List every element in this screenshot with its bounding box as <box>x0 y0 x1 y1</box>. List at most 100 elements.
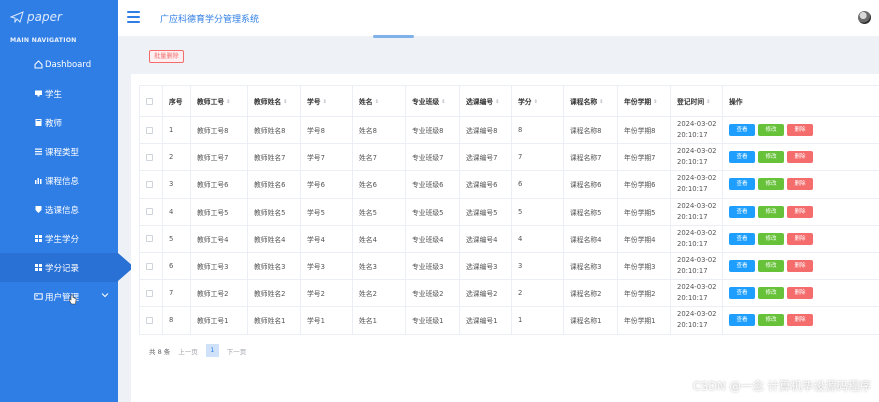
delete-button[interactable]: 删除 <box>787 124 813 137</box>
delete-button[interactable]: 删除 <box>787 205 813 218</box>
table-row: 1 教师工号8 教师姓名8 学号8 姓名8 专业班级8 选课编号8 8 课程名称8 年份学期8 20… <box>139 115 879 145</box>
sidebar-item-students[interactable]: 学生 <box>0 79 118 108</box>
cell-student-id: 学号1 <box>300 306 353 335</box>
sidebar-item-course-types[interactable]: 课程类型 <box>0 137 118 166</box>
sort-icon[interactable]: ⇕ <box>653 99 657 105</box>
sort-icon[interactable]: ⇕ <box>323 99 327 105</box>
sort-icon[interactable]: ⇕ <box>495 99 499 105</box>
row-checkbox[interactable] <box>139 224 163 253</box>
edit-button[interactable]: 修改 <box>758 287 784 300</box>
cell-actions: 查看 修改 删除 <box>722 251 879 281</box>
row-checkbox[interactable] <box>139 115 163 145</box>
row-checkbox[interactable] <box>139 197 163 226</box>
batch-delete-button[interactable]: 批量删除 <box>149 50 184 63</box>
cell-course-name: 课程名称6 <box>563 170 618 199</box>
sidebar-item-enrollment[interactable]: 选课信息 <box>0 195 118 224</box>
sidebar-item-user-management[interactable]: 用户管理 <box>0 282 118 311</box>
cell-registered-time: 2024-03-02 20:10:17 <box>670 170 723 199</box>
edit-button[interactable]: 修改 <box>758 232 784 245</box>
sidebar-item-student-credits[interactable]: 学生学分 <box>0 224 118 253</box>
cell-no: 4 <box>162 197 191 226</box>
cell-registered-time: 2024-03-02 20:10:17 <box>670 279 723 308</box>
sidebar-item-teachers[interactable]: 教师 <box>0 108 118 137</box>
cell-actions: 查看 修改 删除 <box>722 170 879 199</box>
cell-course-name: 课程名称8 <box>563 115 618 145</box>
delete-button[interactable]: 删除 <box>787 260 813 273</box>
date-text: 2024-03-02 <box>677 228 717 237</box>
column-header[interactable]: 年份学期 ⇕ <box>617 85 671 117</box>
view-button[interactable]: 查看 <box>729 287 755 300</box>
sort-icon[interactable]: ⇕ <box>706 99 710 105</box>
column-header[interactable]: 选课编号 ⇕ <box>459 85 512 117</box>
delete-button[interactable]: 删除 <box>787 151 813 164</box>
delete-button[interactable]: 删除 <box>787 178 813 191</box>
chevron-down-icon[interactable] <box>101 291 109 301</box>
view-button[interactable]: 查看 <box>729 124 755 137</box>
nav-heading: MAIN NAVIGATION <box>10 37 77 44</box>
cell-class: 专业班级5 <box>405 197 460 226</box>
edit-button[interactable]: 修改 <box>758 124 784 137</box>
cell-registered-time: 2024-03-02 20:10:17 <box>670 197 723 226</box>
sort-icon[interactable]: ⇕ <box>375 99 379 105</box>
watermark: CSDN @一念 计算机毕设源码程序 <box>692 379 871 393</box>
cell-term: 年份学期2 <box>617 279 671 308</box>
top-bar: 广应科德育学分管理系统 <box>118 0 879 36</box>
delete-button[interactable]: 删除 <box>787 232 813 245</box>
row-checkbox[interactable] <box>139 251 163 281</box>
edit-button[interactable]: 修改 <box>758 151 784 164</box>
sort-icon[interactable]: ⇕ <box>599 99 603 105</box>
view-button[interactable]: 查看 <box>729 260 755 273</box>
cell-student-id: 学号3 <box>300 251 353 281</box>
sidebar-item-credit-records[interactable]: 学分记录 <box>0 253 134 282</box>
cell-course-name: 课程名称3 <box>563 251 618 281</box>
cell-teacher-name: 教师姓名8 <box>247 115 301 145</box>
view-button[interactable]: 查看 <box>729 314 755 327</box>
menu-toggle-icon[interactable] <box>127 11 140 24</box>
date-text: 2024-03-02 <box>677 256 717 265</box>
sidebar-item-course-info[interactable]: 课程信息 <box>0 166 118 195</box>
sort-icon[interactable]: ⇕ <box>226 99 230 105</box>
delete-button[interactable]: 删除 <box>787 287 813 300</box>
view-button[interactable]: 查看 <box>729 232 755 245</box>
row-checkbox[interactable] <box>139 170 163 199</box>
column-header[interactable]: 姓名 ⇕ <box>352 85 406 117</box>
row-checkbox[interactable] <box>139 143 163 172</box>
sort-icon[interactable]: ⇕ <box>534 99 538 105</box>
column-header[interactable]: 专业班级 ⇕ <box>405 85 460 117</box>
column-header[interactable]: 教师工号 ⇕ <box>190 85 248 117</box>
view-button[interactable]: 查看 <box>729 205 755 218</box>
system-title: 广应科德育学分管理系统 <box>160 15 260 25</box>
select-all-checkbox[interactable] <box>139 85 163 117</box>
cell-credit: 3 <box>511 251 564 281</box>
prev-page-button[interactable]: 上一页 <box>178 346 198 356</box>
app-logo[interactable]: paper <box>10 8 62 26</box>
avatar[interactable] <box>858 11 871 24</box>
next-page-button[interactable]: 下一页 <box>227 346 247 356</box>
sort-icon[interactable]: ⇕ <box>283 99 287 105</box>
view-button[interactable]: 查看 <box>729 178 755 191</box>
sidebar-item-dashboard[interactable]: Dashboard <box>0 50 118 79</box>
cell-name: 姓名5 <box>352 197 406 226</box>
edit-button[interactable]: 修改 <box>758 205 784 218</box>
cell-credit: 6 <box>511 170 564 199</box>
column-header[interactable]: 学号 ⇕ <box>300 85 353 117</box>
page-number-button[interactable]: 1 <box>205 344 219 357</box>
edit-button[interactable]: 修改 <box>758 178 784 191</box>
table-header-row: 序号 教师工号 ⇕ 教师姓名 ⇕ 学号 ⇕ 姓名 ⇕ 专业班级 ⇕ 选课编号 ⇕ 学分 ⇕ 课… <box>139 85 879 117</box>
row-checkbox[interactable] <box>139 279 163 308</box>
column-header[interactable]: 教师姓名 ⇕ <box>247 85 301 117</box>
cell-term: 年份学期7 <box>617 143 671 172</box>
cell-course-name: 课程名称5 <box>563 197 618 226</box>
edit-button[interactable]: 修改 <box>758 260 784 273</box>
cell-course-name: 课程名称7 <box>563 143 618 172</box>
column-header[interactable]: 课程名称 ⇕ <box>563 85 618 117</box>
delete-button[interactable]: 删除 <box>787 314 813 327</box>
column-header[interactable]: 登记时间 ⇕ <box>670 85 723 117</box>
cell-credit: 1 <box>511 306 564 335</box>
row-checkbox[interactable] <box>139 306 163 335</box>
cell-credit: 2 <box>511 279 564 308</box>
sort-icon[interactable]: ⇕ <box>441 99 445 105</box>
column-header[interactable]: 学分 ⇕ <box>511 85 564 117</box>
edit-button[interactable]: 修改 <box>758 314 784 327</box>
view-button[interactable]: 查看 <box>729 151 755 164</box>
